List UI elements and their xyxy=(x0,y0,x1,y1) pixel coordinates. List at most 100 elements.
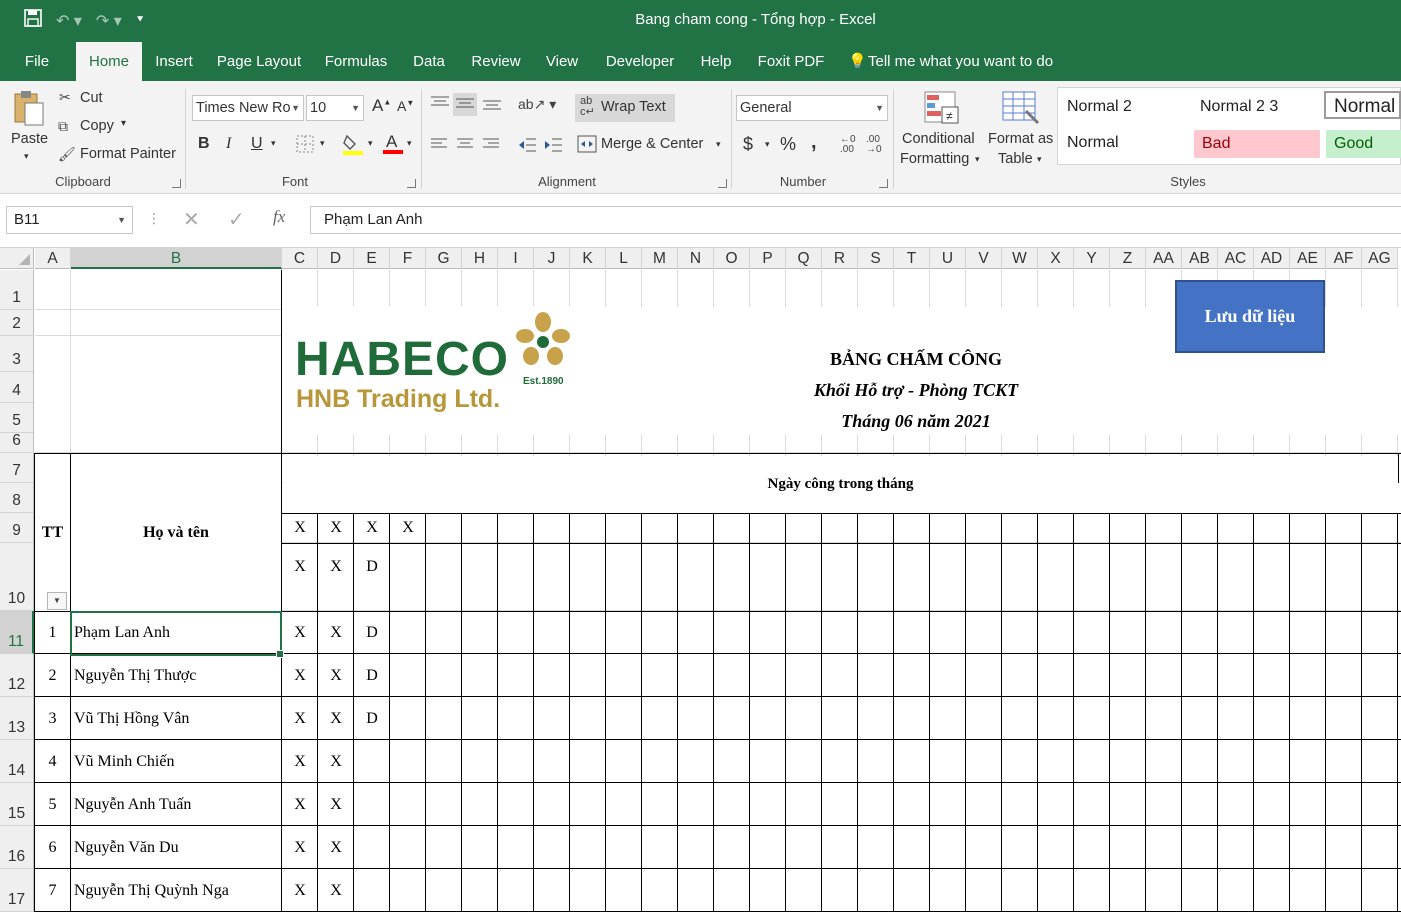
fill-color-dropdown-icon[interactable]: ▾ xyxy=(368,138,373,149)
column-header-l[interactable]: L xyxy=(606,248,642,269)
cell-day-mark[interactable]: X xyxy=(318,783,354,826)
cell-day-mark[interactable]: D xyxy=(354,611,390,654)
copy-button[interactable]: Copy xyxy=(80,118,114,134)
column-header-ag[interactable]: AG xyxy=(1362,248,1398,269)
cell-day-mark[interactable]: X xyxy=(282,740,318,783)
cell-c10[interactable]: X xyxy=(282,545,318,589)
format-as-table-label-2[interactable]: Table xyxy=(998,151,1033,167)
style-normal-2[interactable]: Normal 2 xyxy=(1059,93,1189,121)
wrap-text-button[interactable]: ab c↵ Wrap Text xyxy=(575,94,675,122)
column-header-c[interactable]: C xyxy=(282,248,318,269)
tell-me-search[interactable]: Tell me what you want to do xyxy=(868,42,1064,81)
column-header-s[interactable]: S xyxy=(858,248,894,269)
cell-day-mark[interactable]: D xyxy=(354,654,390,697)
column-header-p[interactable]: P xyxy=(750,248,786,269)
row-header-2[interactable]: 2 xyxy=(0,310,34,336)
cell-day-mark[interactable]: X xyxy=(282,826,318,869)
style-bad[interactable]: Bad xyxy=(1194,130,1320,158)
column-header-y[interactable]: Y xyxy=(1074,248,1110,269)
style-normal-2-3[interactable]: Normal 2 3 xyxy=(1192,93,1322,121)
tab-developer[interactable]: Developer xyxy=(599,42,681,81)
column-header-ae[interactable]: AE xyxy=(1290,248,1326,269)
increase-font-icon[interactable]: A▲ xyxy=(372,96,391,116)
cell-d9[interactable]: X xyxy=(318,513,354,543)
row-header-17[interactable]: 17 xyxy=(0,869,34,912)
cell-tt[interactable]: 7 xyxy=(35,869,70,912)
row-header-15[interactable]: 15 xyxy=(0,783,34,826)
column-header-e[interactable]: E xyxy=(354,248,390,269)
column-header-v[interactable]: V xyxy=(966,248,1002,269)
number-launcher-icon[interactable] xyxy=(879,179,888,188)
cell-day-mark[interactable] xyxy=(354,740,390,783)
tab-formulas[interactable]: Formulas xyxy=(320,42,392,81)
column-header-m[interactable]: M xyxy=(642,248,678,269)
align-left-icon[interactable] xyxy=(430,137,448,154)
column-header-a[interactable]: A xyxy=(35,248,71,269)
merge-center-icon[interactable] xyxy=(577,135,597,156)
orientation-icon[interactable]: ab↗ ▾ xyxy=(518,96,556,113)
column-header-g[interactable]: G xyxy=(426,248,462,269)
cell-day-mark[interactable]: X xyxy=(318,654,354,697)
column-header-i[interactable]: I xyxy=(498,248,534,269)
tab-review[interactable]: Review xyxy=(467,42,525,81)
row-header-3[interactable]: 3 xyxy=(0,336,34,372)
align-top-icon[interactable] xyxy=(430,95,450,114)
column-header-o[interactable]: O xyxy=(714,248,750,269)
decrease-decimal-icon[interactable]: .00 →0 xyxy=(866,135,882,155)
row-header-13[interactable]: 13 xyxy=(0,697,34,740)
cell-employee-name[interactable]: Nguyễn Thị Quỳnh Nga xyxy=(71,869,281,912)
column-header-aa[interactable]: AA xyxy=(1146,248,1182,269)
tab-home[interactable]: Home xyxy=(76,42,142,81)
font-name-combo[interactable]: Times New Ro ▼ xyxy=(192,95,304,121)
tab-view[interactable]: View xyxy=(540,42,584,81)
style-normal[interactable]: Normal xyxy=(1059,129,1189,157)
column-header-x[interactable]: X xyxy=(1038,248,1074,269)
enter-check-icon[interactable]: ✓ xyxy=(228,207,245,232)
cell-day-mark[interactable] xyxy=(354,826,390,869)
conditional-dropdown-icon[interactable]: ▾ xyxy=(975,154,980,165)
currency-button[interactable]: $ xyxy=(743,134,753,155)
column-header-r[interactable]: R xyxy=(822,248,858,269)
row-header-12[interactable]: 12 xyxy=(0,654,34,697)
column-header-w[interactable]: W xyxy=(1002,248,1038,269)
column-header-ad[interactable]: AD xyxy=(1254,248,1290,269)
cell-employee-name[interactable]: Nguyễn Văn Du xyxy=(71,826,281,869)
underline-dropdown-icon[interactable]: ▾ xyxy=(271,138,276,149)
column-header-d[interactable]: D xyxy=(318,248,354,269)
align-middle-icon[interactable] xyxy=(453,93,477,116)
underline-button[interactable]: U xyxy=(251,135,263,153)
row-header-16[interactable]: 16 xyxy=(0,826,34,869)
cancel-icon[interactable]: ✕ xyxy=(183,207,200,232)
align-right-icon[interactable] xyxy=(482,137,500,154)
merge-dropdown-icon[interactable]: ▾ xyxy=(716,139,721,150)
column-header-z[interactable]: Z xyxy=(1110,248,1146,269)
column-header-n[interactable]: N xyxy=(678,248,714,269)
clipboard-launcher-icon[interactable] xyxy=(172,179,181,188)
cell-employee-name[interactable]: Vũ Minh Chiến xyxy=(71,740,281,783)
cell-day-mark[interactable]: X xyxy=(318,740,354,783)
column-header-af[interactable]: AF xyxy=(1326,248,1362,269)
cell-tt[interactable]: 2 xyxy=(35,654,70,697)
conditional-formatting-label-1[interactable]: Conditional xyxy=(902,131,975,147)
cell-tt[interactable]: 1 xyxy=(35,611,70,654)
decrease-font-icon[interactable]: A▼ xyxy=(397,98,414,114)
cell-e9[interactable]: X xyxy=(354,513,390,543)
cell-day-mark[interactable]: X xyxy=(282,654,318,697)
cell-day-mark[interactable]: X xyxy=(318,869,354,912)
cell-employee-name[interactable]: Vũ Thị Hồng Vân xyxy=(71,697,281,740)
row-header-6[interactable]: 6 xyxy=(0,432,34,453)
insert-function-icon[interactable]: fx xyxy=(273,207,285,227)
format-table-dropdown-icon[interactable]: ▾ xyxy=(1037,154,1042,165)
currency-dropdown-icon[interactable]: ▾ xyxy=(765,139,770,150)
column-header-t[interactable]: T xyxy=(894,248,930,269)
tab-foxit-pdf[interactable]: Foxit PDF xyxy=(753,42,829,81)
cell-tt[interactable]: 3 xyxy=(35,697,70,740)
align-bottom-icon[interactable] xyxy=(482,95,502,114)
column-header-b[interactable]: B xyxy=(71,248,282,269)
cell-f9[interactable]: X xyxy=(390,513,426,543)
fill-color-icon[interactable] xyxy=(342,133,364,158)
italic-button[interactable]: I xyxy=(226,135,231,153)
cell-day-mark[interactable]: X xyxy=(282,697,318,740)
tab-help[interactable]: Help xyxy=(695,42,737,81)
cell-d10[interactable]: X xyxy=(318,545,354,589)
